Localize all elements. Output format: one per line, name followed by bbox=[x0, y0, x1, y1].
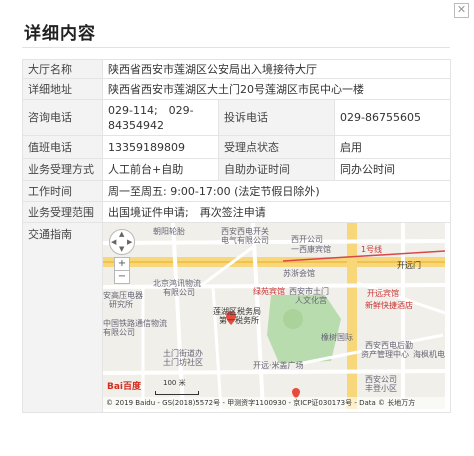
map-cell: 朝阳轮胎 西安西电开关 电气有限公司 西开公司 一西康宾馆 1号线 开远门 苏浙… bbox=[101, 222, 452, 413]
map-label-yanjiusuo: 研究所 bbox=[109, 300, 133, 309]
row-phones: 咨询电话 029-114; 029- 84354942 投诉电话 029-867… bbox=[22, 99, 452, 136]
row-duty: 值班电话 13359189809 受理点状态 启用 bbox=[22, 135, 452, 159]
park-area bbox=[267, 295, 341, 363]
map-label-xikai: 西开公司 bbox=[291, 235, 323, 244]
map-label-tumen-fang: 土门坊社区 bbox=[163, 358, 203, 367]
map-label-houqin2: 资产管理中心 bbox=[361, 350, 409, 359]
map-label-wuliu2: 有限公司 bbox=[163, 288, 195, 297]
map-label-kaiyuanmen: 开远门 bbox=[397, 261, 421, 270]
detail-table: 大厅名称 陕西省西安市莲湖区公安局出入境接待大厅 详细地址 陕西省西安市莲湖区大… bbox=[22, 59, 452, 413]
scope-label: 业务受理范围 bbox=[22, 201, 103, 223]
row-method: 业务受理方式 人工前台+自助 自助办证时间 同办公时间 bbox=[22, 158, 452, 181]
row-address: 详细地址 陕西省西安市莲湖区大土门20号莲湖区市民中心一楼 bbox=[22, 78, 452, 100]
status-value: 启用 bbox=[333, 135, 452, 159]
address-label: 详细地址 bbox=[22, 78, 103, 100]
status-label: 受理点状态 bbox=[218, 135, 335, 159]
consult-phone-value: 029-114; 029- 84354942 bbox=[102, 99, 219, 136]
self-service-time-value: 同办公时间 bbox=[333, 158, 452, 181]
hall-name-value: 陕西省西安市莲湖区公安局出入境接待大厅 bbox=[101, 59, 452, 79]
row-hall-name: 大厅名称 陕西省西安市莲湖区公安局出入境接待大厅 bbox=[22, 59, 452, 79]
map-label-tumen2: 人文化宫 bbox=[295, 296, 327, 305]
traffic-label: 交通指南 bbox=[22, 222, 103, 413]
hall-name-label: 大厅名称 bbox=[22, 59, 103, 79]
map-label-xikang: 一西康宾馆 bbox=[291, 245, 331, 254]
map-label-dianqi: 电气有限公司 bbox=[221, 236, 269, 245]
map-label-zhongguo: 中国铁路通信物流 bbox=[103, 319, 167, 328]
map-label-xiangshu: 橡树国际 bbox=[321, 333, 353, 342]
map-copyright: © 2019 Baidu - GS(2018)5572号 - 甲测资字11009… bbox=[103, 397, 445, 409]
zoom-out-button[interactable]: − bbox=[114, 270, 130, 284]
zoom-in-button[interactable]: + bbox=[114, 257, 130, 271]
close-button[interactable]: ✕ bbox=[454, 3, 469, 18]
main-road-vertical bbox=[347, 223, 357, 409]
work-time-label: 工作时间 bbox=[22, 180, 103, 202]
map-label-tumen-street: 土门街道办 bbox=[163, 349, 203, 358]
map-label-xiya: 西安公司 bbox=[365, 375, 397, 384]
map-label-luyuan: 绿苑宾馆 bbox=[253, 287, 285, 296]
map-label-subway: 1号线 bbox=[361, 245, 383, 254]
scope-value: 出国境证件申请; 再次签注申请 bbox=[101, 201, 452, 223]
pan-left-icon[interactable]: ◀ bbox=[111, 239, 116, 246]
baidu-logo: Bai百度 bbox=[107, 382, 142, 392]
work-time-value: 周一至周五: 9:00-17:00 (法定节假日除外) bbox=[101, 180, 452, 202]
map-label-xinxian: 新鲜快捷酒店 bbox=[365, 301, 413, 310]
duty-phone-value: 13359189809 bbox=[102, 135, 219, 159]
dialog-title: 详细内容 bbox=[24, 24, 96, 44]
map-label-xidian: 西安西电开关 bbox=[221, 227, 269, 236]
consult-phone-line1: 029-114; 029- bbox=[108, 103, 194, 117]
method-label: 业务受理方式 bbox=[22, 158, 103, 181]
title-divider bbox=[22, 47, 450, 48]
map-pan-control[interactable]: ▲ ▼ ◀ ▶ bbox=[109, 229, 135, 255]
method-value: 人工前台+自助 bbox=[102, 158, 219, 181]
row-traffic: 交通指南 朝阳轮胎 西安西电开关 电气有限公司 西开公司 一西康宾馆 1号线 开… bbox=[22, 222, 452, 413]
consult-phone-label: 咨询电话 bbox=[22, 99, 103, 136]
map-label-sujihui: 苏浙会馆 bbox=[283, 269, 315, 278]
map-scale-label: 100 米 bbox=[163, 379, 186, 387]
map-label-lianhu-tax: 莲湖区税务局 bbox=[213, 307, 261, 316]
address-value: 陕西省西安市莲湖区大土门20号莲湖区市民中心一楼 bbox=[101, 78, 452, 100]
pan-up-icon[interactable]: ▲ bbox=[119, 231, 124, 238]
row-work-time: 工作时间 周一至周五: 9:00-17:00 (法定节假日除外) bbox=[22, 180, 452, 202]
map-label-chaoyang: 朝阳轮胎 bbox=[153, 227, 185, 236]
map-label-kaiyuan-hotel: 开远宾馆 bbox=[367, 289, 399, 298]
duty-phone-label: 值班电话 bbox=[22, 135, 103, 159]
pan-right-icon[interactable]: ▶ bbox=[127, 239, 132, 246]
consult-phone-line2: 84354942 bbox=[108, 118, 164, 132]
map-label-kaiyuan-mi: 开远·米盖广场 bbox=[253, 361, 304, 370]
map-label-beijing-wuliu: 北京鸿讯物流 bbox=[153, 279, 201, 288]
complaint-phone-label: 投诉电话 bbox=[218, 99, 335, 136]
map-scale-bar bbox=[155, 391, 199, 395]
map-label-houqin: 西安西电后勤 bbox=[365, 341, 413, 350]
pan-down-icon[interactable]: ▼ bbox=[119, 246, 124, 253]
map-label-tumen: 西安市土门 bbox=[289, 287, 329, 296]
complaint-phone-value: 029-86755605 bbox=[333, 99, 452, 136]
baidu-map[interactable]: 朝阳轮胎 西安西电开关 电气有限公司 西开公司 一西康宾馆 1号线 开远门 苏浙… bbox=[103, 223, 445, 409]
map-label-haiyang: 海枫机电 bbox=[413, 350, 445, 359]
map-label-anjiu: 安高压电器 bbox=[103, 291, 143, 300]
map-label-youxian: 有限公司 bbox=[103, 328, 135, 337]
map-label-xiya2: 丰登小区 bbox=[365, 384, 397, 393]
map-label-tax2: 第一税务所 bbox=[219, 316, 259, 325]
row-scope: 业务受理范围 出国境证件申请; 再次签注申请 bbox=[22, 201, 452, 223]
self-service-time-label: 自助办证时间 bbox=[218, 158, 335, 181]
